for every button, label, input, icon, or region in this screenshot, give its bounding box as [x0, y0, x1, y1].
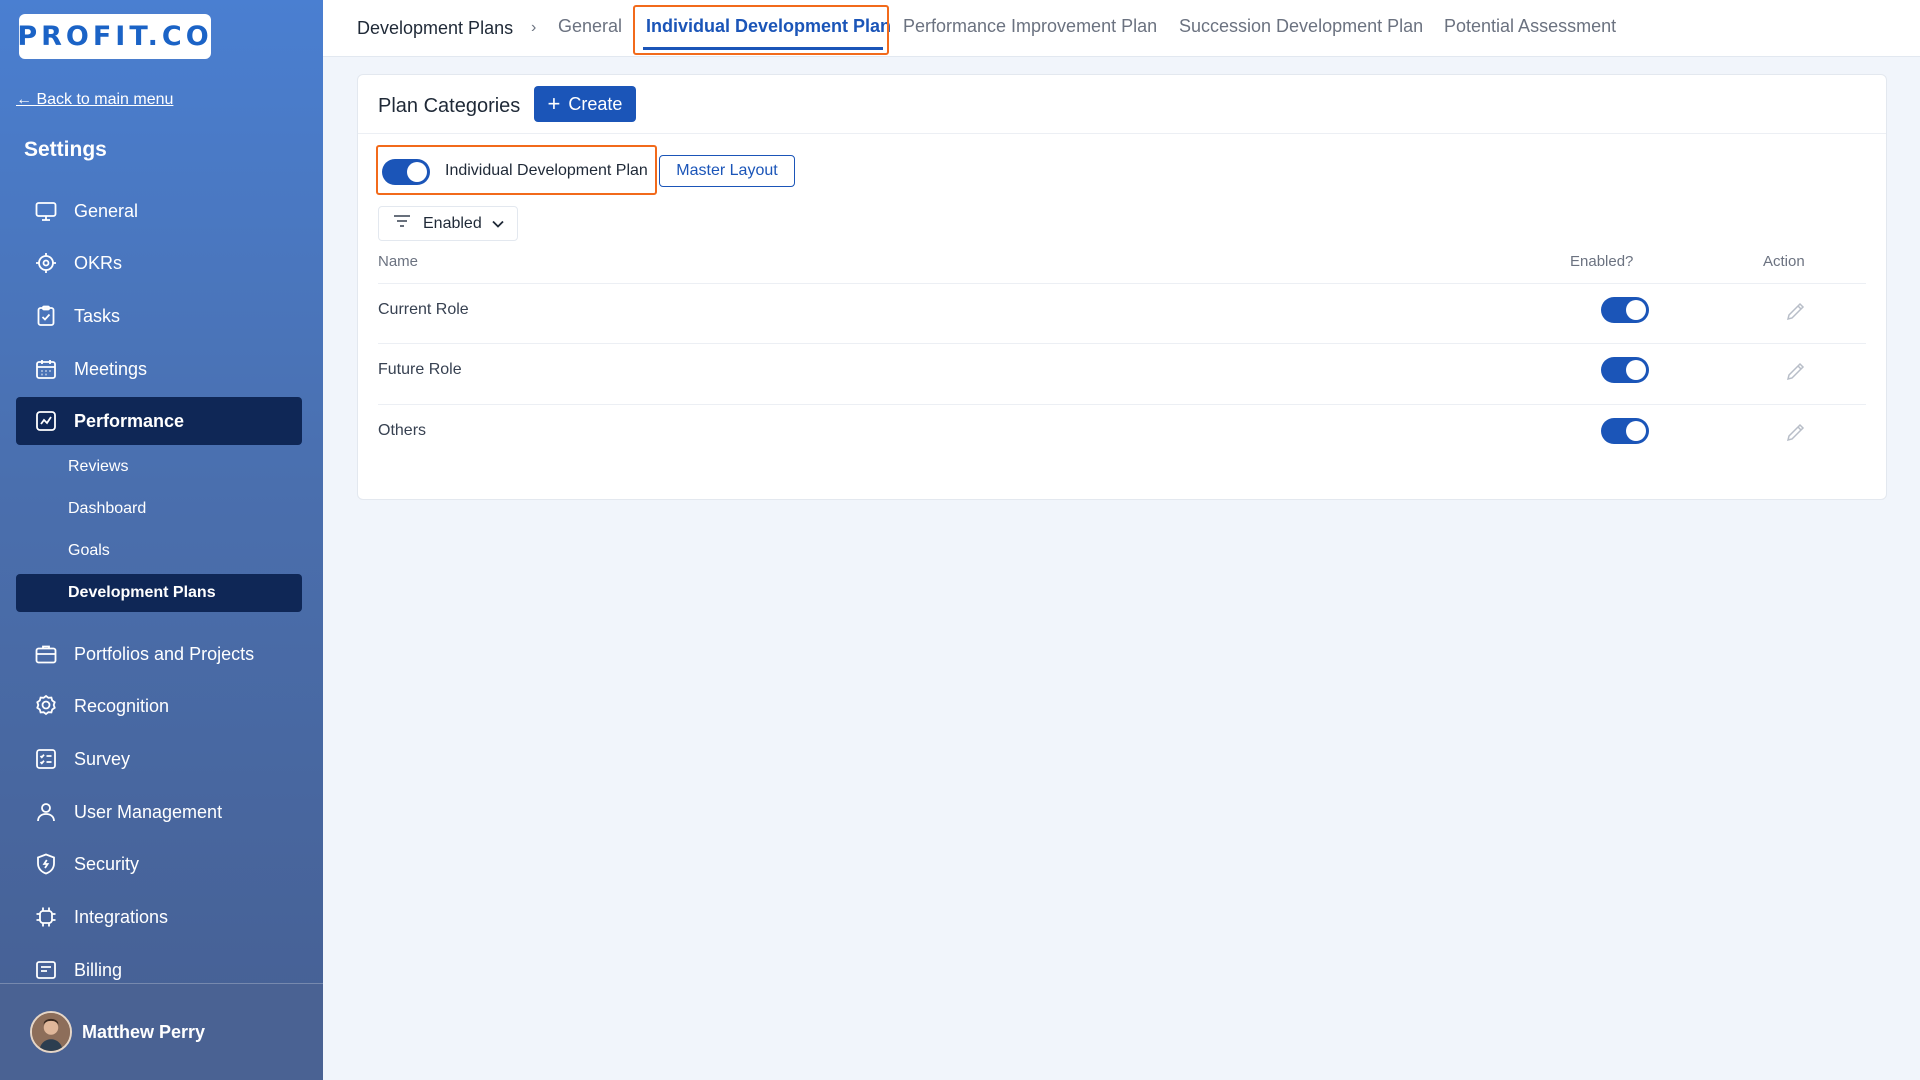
- chevron-down-icon: [492, 215, 504, 233]
- column-header-name: Name: [378, 253, 419, 270]
- sidebar-subitem-reviews[interactable]: Reviews: [16, 448, 302, 486]
- sidebar-item-label: Performance: [74, 410, 185, 431]
- toggle-knob: [1626, 360, 1646, 380]
- table-row: Others: [378, 404, 1866, 464]
- tab-succession-development-plan[interactable]: Succession Development Plan: [1179, 16, 1423, 37]
- pencil-edit-icon[interactable]: [1784, 420, 1808, 444]
- sidebar-subitem-development-plans[interactable]: Development Plans: [16, 574, 302, 612]
- sidebar-subitem-goals[interactable]: Goals: [16, 532, 302, 570]
- toggle-knob: [1626, 421, 1646, 441]
- sidebar-item-label: Survey: [74, 748, 131, 769]
- sidebar-item-label: Integrations: [74, 906, 169, 927]
- sidebar-item-okrs[interactable]: OKRs: [16, 239, 302, 287]
- back-to-main-menu-link[interactable]: ← Back to main menu: [16, 91, 173, 109]
- sidebar-item-meetings[interactable]: Meetings: [16, 345, 302, 393]
- row-name: Future Role: [378, 361, 462, 378]
- column-header-action: Action: [1763, 253, 1805, 270]
- user-profile[interactable]: Matthew Perry: [0, 983, 323, 1080]
- target-icon: [32, 249, 60, 277]
- chart-line-icon: [32, 407, 60, 435]
- table-row: Current Role: [378, 283, 1866, 343]
- toggle-knob: [407, 162, 427, 182]
- card-header: Plan Categories + Create: [358, 75, 1886, 134]
- sidebar-item-portfolios-and-projects[interactable]: Portfolios and Projects: [16, 630, 302, 678]
- sidebar: PROFIT.CO ← Back to main menu Settings G…: [0, 0, 323, 1080]
- settings-title: Settings: [24, 138, 107, 161]
- sidebar-item-performance[interactable]: Performance: [16, 397, 302, 445]
- create-button-label: Create: [568, 93, 623, 114]
- card-title: Plan Categories: [378, 95, 521, 117]
- sidebar-item-survey[interactable]: Survey: [16, 735, 302, 783]
- tab-potential-assessment[interactable]: Potential Assessment: [1444, 16, 1616, 37]
- briefcase-icon: [32, 640, 60, 668]
- plan-enabled-toggle[interactable]: [382, 159, 430, 185]
- plan-toggle-label: Individual Development Plan: [445, 162, 648, 179]
- row-enabled-toggle[interactable]: [1601, 357, 1649, 383]
- filter-label: Enabled: [423, 214, 482, 232]
- plan-toggle-group: Individual Development Plan: [376, 145, 657, 195]
- tab-general[interactable]: General: [558, 16, 622, 37]
- sidebar-item-label: Recognition: [74, 695, 170, 716]
- sidebar-item-label: General: [74, 200, 139, 221]
- calendar-icon: [32, 355, 60, 383]
- sidebar-item-integrations[interactable]: Integrations: [16, 893, 302, 941]
- row-name: Current Role: [378, 301, 469, 318]
- sidebar-item-general[interactable]: General: [16, 187, 302, 235]
- avatar: [30, 1011, 72, 1053]
- table-row: Future Role: [378, 343, 1866, 403]
- pencil-edit-icon[interactable]: [1784, 359, 1808, 383]
- tab-performance-improvement-plan[interactable]: Performance Improvement Plan: [903, 16, 1157, 37]
- breadcrumb-separator: ›: [531, 19, 537, 36]
- badge-icon: [32, 692, 60, 720]
- sidebar-item-label: Meetings: [74, 358, 148, 379]
- plan-categories-card: Plan Categories + Create Individual Deve…: [357, 74, 1887, 500]
- master-layout-button[interactable]: Master Layout: [659, 155, 795, 187]
- sidebar-item-user-management[interactable]: User Management: [16, 788, 302, 836]
- sidebar-item-label: OKRs: [74, 252, 123, 273]
- sidebar-item-recognition[interactable]: Recognition: [16, 682, 302, 730]
- sidebar-item-label: User Management: [74, 801, 223, 822]
- column-header-enabled: Enabled?: [1570, 253, 1634, 270]
- clipboard-check-icon: [32, 302, 60, 330]
- sidebar-item-label: Tasks: [74, 305, 121, 326]
- survey-list-icon: [32, 745, 60, 773]
- plus-icon: +: [547, 91, 561, 116]
- sidebar-item-label: Portfolios and Projects: [74, 643, 255, 664]
- profit-co-logo[interactable]: PROFIT.CO: [17, 14, 213, 59]
- create-button[interactable]: + Create: [534, 86, 636, 122]
- tab-individual-development-plan[interactable]: Individual Development Plan: [646, 16, 891, 37]
- sidebar-item-tasks[interactable]: Tasks: [16, 292, 302, 340]
- billing-icon: [32, 956, 60, 984]
- sidebar-item-label: Security: [74, 853, 140, 874]
- sidebar-item-label: Billing: [74, 959, 123, 980]
- toggle-knob: [1626, 300, 1646, 320]
- user-name: Matthew Perry: [82, 1021, 206, 1042]
- top-tab-bar: Development Plans › General Individual D…: [323, 0, 1920, 57]
- chip-icon: [32, 903, 60, 931]
- row-enabled-toggle[interactable]: [1601, 418, 1649, 444]
- row-name: Others: [378, 422, 427, 439]
- sidebar-item-security[interactable]: Security: [16, 840, 302, 888]
- breadcrumb[interactable]: Development Plans: [357, 18, 513, 39]
- shield-icon: [32, 850, 60, 878]
- sidebar-subitem-dashboard[interactable]: Dashboard: [16, 490, 302, 528]
- filter-icon: [393, 214, 411, 233]
- active-tab-underline: [643, 47, 883, 50]
- pencil-edit-icon[interactable]: [1784, 299, 1808, 323]
- user-icon: [32, 798, 60, 826]
- enabled-filter-dropdown[interactable]: Enabled: [378, 206, 518, 241]
- row-enabled-toggle[interactable]: [1601, 297, 1649, 323]
- logo-text: PROFIT.CO: [17, 21, 213, 52]
- monitor-icon: [32, 197, 60, 225]
